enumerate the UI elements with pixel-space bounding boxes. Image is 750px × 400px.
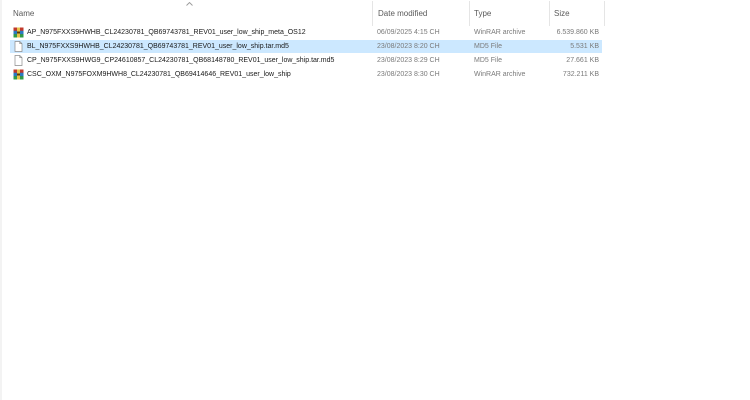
file-list-pane: Name Date modified Type Size AP_N975FXXS… xyxy=(0,0,750,400)
file-date-modified: 06/09/2025 4:15 CH xyxy=(377,29,440,36)
pane-left-edge xyxy=(0,0,2,400)
file-size: 732.211 KB xyxy=(562,71,599,78)
file-date-modified: 23/08/2023 8:30 CH xyxy=(377,71,440,78)
file-row[interactable]: CSC_OXM_N975FOXM9HWH8_CL24230781_QB69414… xyxy=(10,68,602,81)
file-name: CP_N975FXXS9HWG9_CP24610857_CL24230781_Q… xyxy=(27,57,335,64)
file-size: 5.531 KB xyxy=(570,43,599,50)
column-header-size[interactable]: Size xyxy=(549,0,604,28)
column-header-name[interactable]: Name xyxy=(8,0,372,28)
file-name: BL_N975FXXS9HWHB_CL24230781_QB69743781_R… xyxy=(27,43,289,50)
winrar-archive-icon xyxy=(13,27,24,38)
file-name: AP_N975FXXS9HWHB_CL24230781_QB69743781_R… xyxy=(27,29,306,36)
file-size: 27.661 KB xyxy=(566,57,599,64)
file-name: CSC_OXM_N975FOXM9HWH8_CL24230781_QB69414… xyxy=(27,71,291,78)
column-header-bar: Name Date modified Type Size xyxy=(0,0,606,28)
file-row[interactable]: BL_N975FXXS9HWHB_CL24230781_QB69743781_R… xyxy=(10,40,602,53)
column-header-date-modified[interactable]: Date modified xyxy=(373,0,469,28)
file-date-modified: 23/08/2023 8:20 CH xyxy=(377,43,440,50)
blank-file-icon xyxy=(14,55,23,66)
winrar-archive-icon xyxy=(13,69,24,80)
column-header-type[interactable]: Type xyxy=(469,0,549,28)
file-date-modified: 23/08/2023 8:29 CH xyxy=(377,57,440,64)
file-row[interactable]: CP_N975FXXS9HWG9_CP24610857_CL24230781_Q… xyxy=(10,54,602,67)
file-size: 6.539.860 KB xyxy=(556,29,599,36)
column-divider[interactable] xyxy=(604,1,605,26)
blank-file-icon xyxy=(14,41,23,52)
file-row[interactable]: AP_N975FXXS9HWHB_CL24230781_QB69743781_R… xyxy=(10,26,602,39)
